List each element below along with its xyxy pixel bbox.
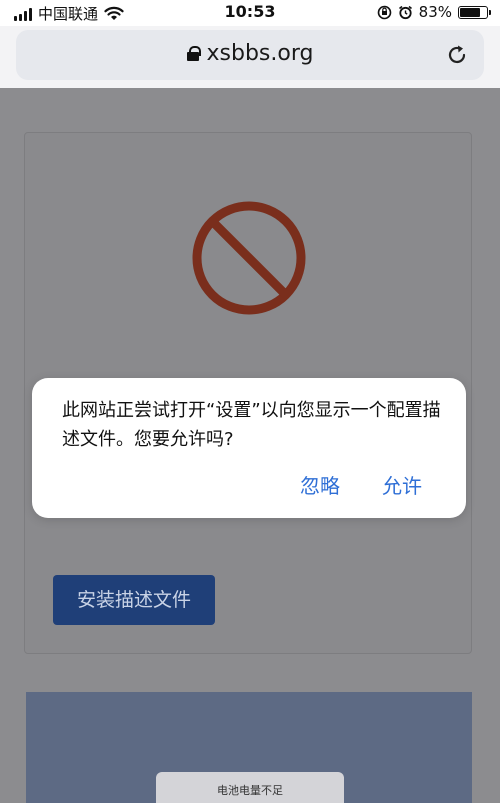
browser-toolbar: xsbbs.org xyxy=(0,26,500,88)
battery-percent: 83% xyxy=(418,3,452,21)
battery-icon xyxy=(458,5,491,19)
allow-button[interactable]: 允许 xyxy=(382,470,422,499)
orientation-lock-icon xyxy=(377,5,391,19)
prohibited-icon xyxy=(192,201,306,315)
low-battery-toast: 电池电量不足 xyxy=(156,772,344,803)
url-bar[interactable]: xsbbs.org xyxy=(16,30,484,80)
lock-icon xyxy=(186,46,201,61)
battery-fill xyxy=(460,7,480,17)
reload-icon[interactable] xyxy=(444,42,470,68)
dialog-message: 此网站正尝试打开“设置”以向您显示一个配置描述文件。您要允许吗? xyxy=(62,400,441,450)
domain-text: xsbbs.org xyxy=(206,41,314,66)
status-right: 83% xyxy=(377,3,491,21)
url-display[interactable]: xsbbs.org xyxy=(16,41,484,66)
open-settings-dialog: 此网站正尝试打开“设置”以向您显示一个配置描述文件。您要允许吗? 忽略 允许 xyxy=(32,378,466,518)
ignore-button[interactable]: 忽略 xyxy=(300,470,340,499)
install-profile-button[interactable]: 安装描述文件 xyxy=(53,575,215,625)
alarm-icon xyxy=(398,5,412,19)
status-bar: 中国联通 10:53 83% xyxy=(0,0,500,26)
